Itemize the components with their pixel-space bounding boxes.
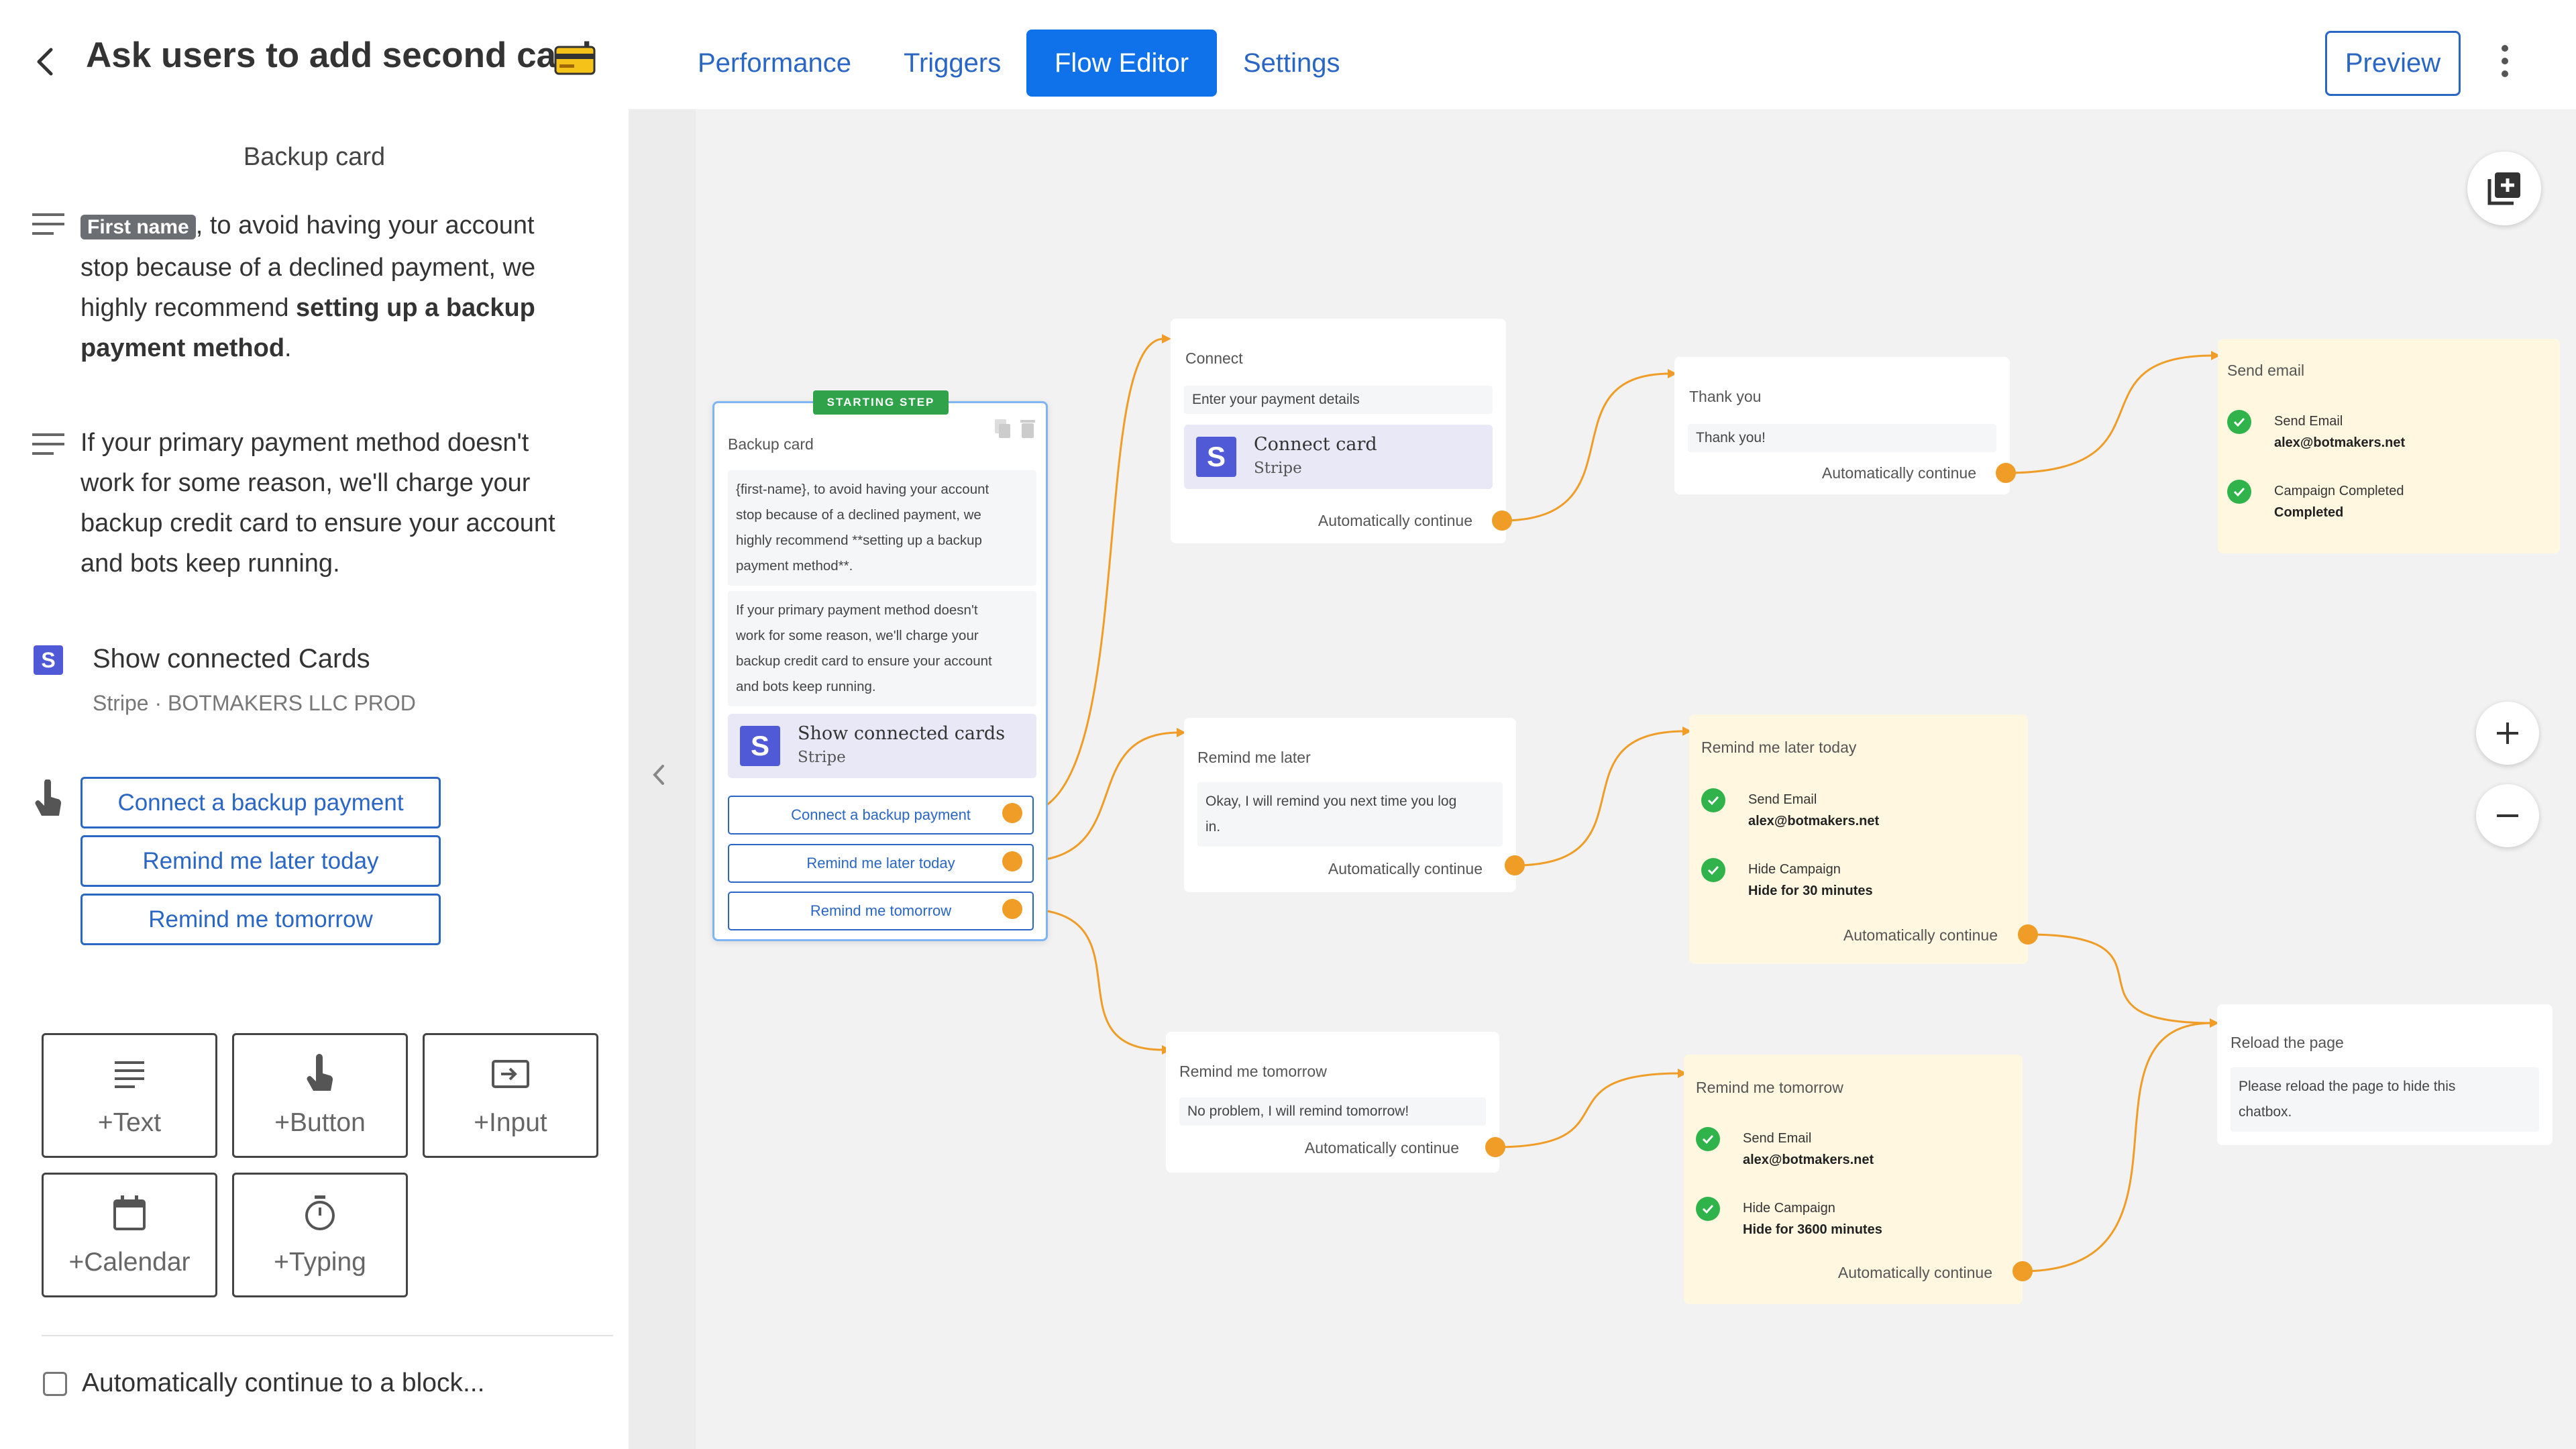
text-block-2[interactable]: If your primary payment method doesn't w…: [80, 423, 610, 584]
connector-dot[interactable]: [1002, 803, 1022, 823]
kebab-menu-icon[interactable]: [2497, 44, 2513, 78]
add-text-block-button[interactable]: +Text: [42, 1033, 217, 1158]
node-text-1: {first-name}, to avoid having your accou…: [728, 470, 1036, 586]
preview-button[interactable]: Preview: [2325, 31, 2461, 96]
node-button-remind-tomorrow[interactable]: Remind me tomorrow: [728, 892, 1034, 930]
node-text-2: If your primary payment method doesn't w…: [728, 591, 1036, 706]
check-circle-icon: [2227, 410, 2251, 434]
node-thank-you[interactable]: Thank you Thank you! Automatically conti…: [1674, 357, 2010, 494]
starting-step-badge: STARTING STEP: [813, 390, 949, 415]
zoom-out-button[interactable]: [2476, 784, 2539, 847]
credit-card-icon: [554, 46, 596, 75]
calendar-icon: [113, 1195, 146, 1230]
connector-dot[interactable]: [2012, 1261, 2033, 1281]
integration-subtitle: Stripe · BOTMAKERS LLC PROD: [93, 691, 416, 715]
node-remind-tomorrow[interactable]: Remind me tomorrow No problem, I will re…: [1166, 1032, 1499, 1173]
block-title: Backup card: [243, 143, 386, 171]
stripe-icon: S: [740, 726, 780, 766]
text-block-1[interactable]: First name, to avoid having your account…: [80, 205, 604, 368]
check-circle-icon: [1701, 858, 1725, 882]
tab-settings[interactable]: Settings: [1215, 30, 1368, 97]
connector-dot[interactable]: [1996, 463, 2016, 483]
pointer-hand-icon: [307, 1054, 333, 1091]
tab-flow-editor[interactable]: Flow Editor: [1026, 30, 1218, 97]
top-header: Ask users to add second card Performance…: [0, 0, 2576, 109]
text-lines-icon: [115, 1061, 144, 1088]
page-title: Ask users to add second card: [86, 36, 592, 75]
connector-dot[interactable]: [1485, 1137, 1505, 1157]
input-icon: [492, 1060, 529, 1088]
connector-dot[interactable]: [1002, 899, 1022, 919]
add-typing-block-button[interactable]: +Typing: [232, 1173, 408, 1297]
remind-tomorrow-button[interactable]: Remind me tomorrow: [80, 894, 441, 945]
auto-continue-checkbox[interactable]: [43, 1372, 67, 1396]
node-reload-page[interactable]: Reload the page Please reload the page t…: [2217, 1004, 2553, 1145]
node-button-remind-later[interactable]: Remind me later today: [728, 844, 1034, 883]
check-circle-icon: [2227, 480, 2251, 504]
zoom-in-button[interactable]: [2476, 702, 2539, 765]
add-button-block-button[interactable]: +Button: [232, 1033, 408, 1158]
node-remind-later-today[interactable]: Remind me later today Send Email alex@bo…: [1689, 714, 2028, 964]
node-remind-tomorrow-actions[interactable]: Remind me tomorrow Send Email alex@botma…: [1684, 1055, 2023, 1304]
node-send-email[interactable]: Send email Send Email alex@botmakers.net…: [2218, 339, 2560, 553]
node-connect[interactable]: Connect Enter your payment details S Con…: [1171, 319, 1506, 543]
node-stripe-integration: S Connect card Stripe: [1184, 425, 1493, 489]
add-calendar-block-button[interactable]: +Calendar: [42, 1173, 217, 1297]
add-input-block-button[interactable]: +Input: [423, 1033, 598, 1158]
stripe-icon: S: [1196, 437, 1236, 477]
tab-performance[interactable]: Performance: [669, 30, 879, 97]
back-arrow-icon[interactable]: [30, 43, 62, 80]
check-circle-icon: [1696, 1197, 1720, 1221]
tab-triggers[interactable]: Triggers: [875, 30, 1029, 97]
connector-dot[interactable]: [2018, 924, 2038, 945]
first-name-variable-tag: First name: [80, 215, 196, 239]
add-block-button[interactable]: [2467, 152, 2541, 225]
connect-backup-payment-button[interactable]: Connect a backup payment: [80, 777, 441, 828]
text-lines-icon: [32, 433, 64, 455]
remind-later-today-button[interactable]: Remind me later today: [80, 835, 441, 887]
connector-dot[interactable]: [1492, 511, 1512, 531]
text-lines-icon: [32, 213, 64, 235]
add-block-icon: [2487, 172, 2520, 205]
connector-dot[interactable]: [1505, 855, 1525, 875]
zoom-in-icon: [2497, 722, 2518, 744]
node-title: Backup card: [728, 435, 814, 453]
node-backup-card[interactable]: Backup card {first-name}, to avoid havin…: [712, 401, 1048, 941]
copy-icon[interactable]: [994, 418, 1012, 439]
connector-dot[interactable]: [1002, 851, 1022, 871]
zoom-out-icon: [2497, 814, 2518, 817]
check-circle-icon: [1701, 788, 1725, 812]
integration-name[interactable]: Show connected Cards: [93, 644, 370, 674]
timer-icon: [305, 1195, 335, 1230]
node-stripe-integration: S Show connected cards Stripe: [728, 714, 1036, 778]
node-remind-later[interactable]: Remind me later Okay, I will remind you …: [1184, 718, 1516, 892]
trash-icon[interactable]: [1020, 418, 1036, 439]
pointer-hand-icon: [35, 780, 62, 816]
check-circle-icon: [1696, 1127, 1720, 1151]
auto-continue-label[interactable]: Automatically continue to a block...: [82, 1368, 484, 1398]
stripe-icon: S: [34, 645, 63, 675]
node-button-connect[interactable]: Connect a backup payment: [728, 796, 1034, 835]
collapse-arrow-icon[interactable]: [649, 758, 669, 792]
divider: [42, 1335, 613, 1336]
